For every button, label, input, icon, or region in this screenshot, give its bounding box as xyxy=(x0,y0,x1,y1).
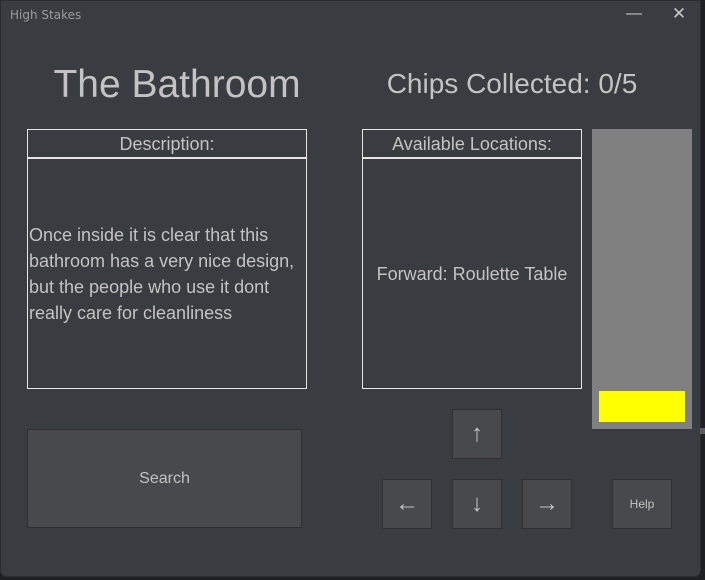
right-arrow-icon: → xyxy=(535,490,559,517)
left-arrow-icon: ← xyxy=(395,490,419,517)
down-arrow-icon: ↓ xyxy=(471,490,483,517)
window-title: High Stakes xyxy=(10,8,82,22)
title-bar: High Stakes — ✕ xyxy=(1,1,700,29)
window-edge-mark xyxy=(700,428,705,434)
move-left-button[interactable]: ← xyxy=(382,479,432,529)
chips-collected-label: Chips Collected: 0/5 xyxy=(386,68,638,99)
minimize-button[interactable]: — xyxy=(611,1,657,29)
location-title: The Bathroom xyxy=(53,63,301,106)
chip-progress-fill xyxy=(599,391,685,422)
available-locations-header: Available Locations: xyxy=(363,130,581,159)
up-arrow-icon: ↑ xyxy=(471,420,483,447)
move-down-button[interactable]: ↓ xyxy=(452,479,502,529)
game-window: High Stakes — ✕ The Bathroom Chips Colle… xyxy=(0,0,701,577)
search-button[interactable]: Search xyxy=(27,429,302,528)
description-header: Description: xyxy=(28,130,306,159)
description-text: Once inside it is clear that this bathro… xyxy=(28,159,306,388)
close-button[interactable]: ✕ xyxy=(656,1,702,29)
help-button[interactable]: Help xyxy=(612,479,672,529)
chip-progress-meter xyxy=(592,129,692,429)
description-body: Once inside it is clear that this bathro… xyxy=(29,224,295,323)
move-right-button[interactable]: → xyxy=(522,479,572,529)
location-option: Forward: Roulette Table xyxy=(376,263,568,284)
move-up-button[interactable]: ↑ xyxy=(452,409,502,459)
available-locations-panel: Available Locations: Forward: Roulette T… xyxy=(362,129,582,389)
description-panel: Description: Once inside it is clear tha… xyxy=(27,129,307,389)
available-locations-list: Forward: Roulette Table xyxy=(363,159,581,388)
